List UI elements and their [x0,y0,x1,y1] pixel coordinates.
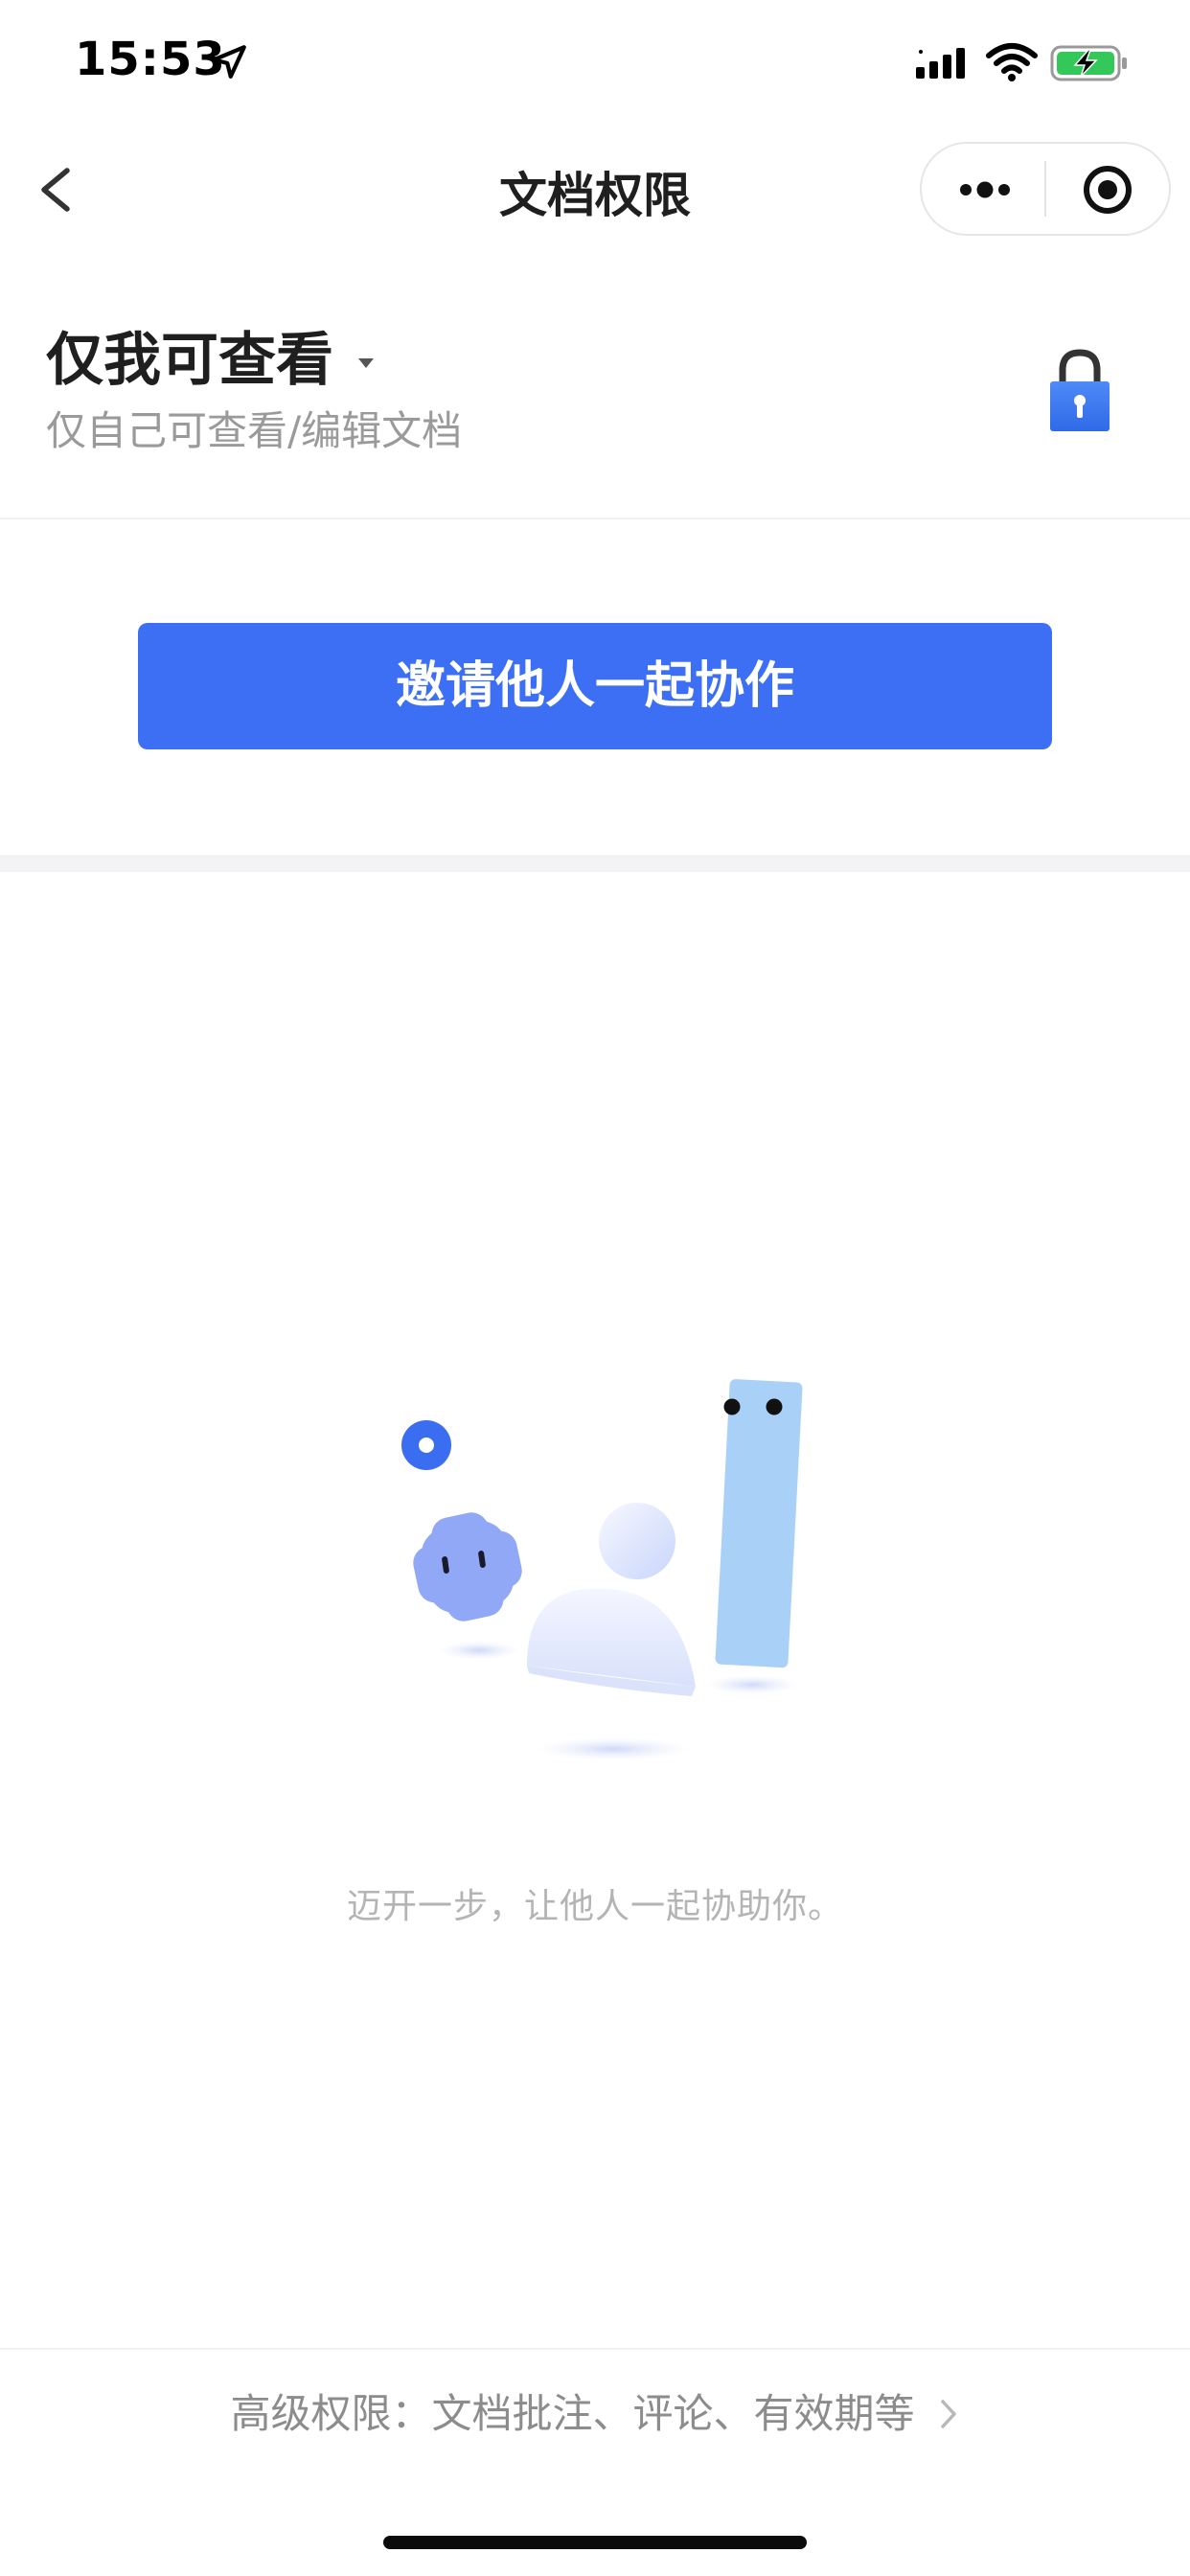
empty-state-text: 迈开一步，让他人一起协助你。 [346,1887,843,1926]
signal-icon [916,48,965,79]
advanced-permissions-label: 高级权限：文档批注、评论、有效期等 [230,2390,915,2437]
dropdown-triangle-icon [358,358,374,368]
home-indicator [383,2536,807,2549]
permission-description: 仅自己可查看/编辑文档 [46,407,463,454]
advanced-permissions-link[interactable]: 高级权限：文档批注、评论、有效期等 [0,2382,1190,2446]
section-separator [0,855,1190,872]
permission-title: 仅我可查看 [46,327,333,394]
close-button[interactable] [1048,146,1167,232]
footer-divider [0,2348,1190,2350]
chevron-right-icon [940,2400,956,2428]
battery-charging-icon [1050,45,1127,81]
location-arrow-icon [212,45,246,79]
more-dots-icon [960,181,1010,198]
wifi-icon [986,43,1038,81]
more-button[interactable] [926,146,1044,232]
empty-state-illustration [401,1379,803,1760]
capsule-divider [1044,161,1046,217]
section-divider [0,518,1190,519]
status-time: 15:53 [75,33,226,86]
lock-icon [1050,349,1110,431]
close-target-icon [1084,166,1132,214]
invite-collaborators-button[interactable]: 邀请他人一起协作 [138,623,1052,749]
